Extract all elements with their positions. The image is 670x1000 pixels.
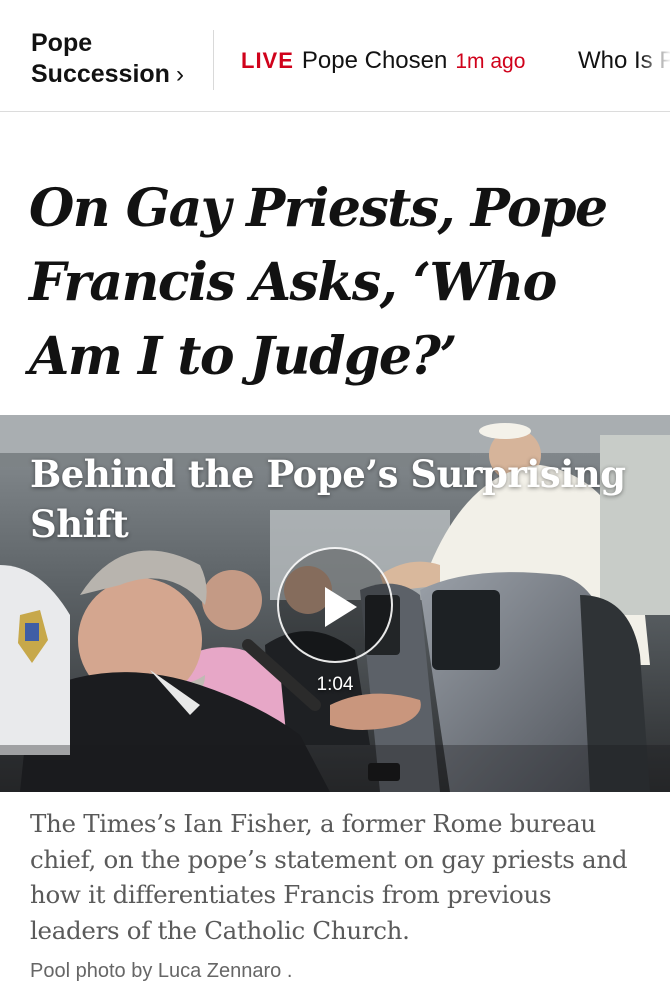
section-label-line2: Succession — [31, 60, 170, 88]
video-player[interactable]: Behind the Pope’s Surprising Shift 1:04 — [0, 415, 670, 792]
story-nav-bar: Pope Succession › LIVE Pope Chosen 1m ago W… — [0, 0, 670, 112]
section-label-line1: Pope — [31, 29, 93, 57]
section-link-pope-succession[interactable]: Pope Succession › — [31, 28, 184, 90]
live-update-link[interactable]: LIVE Pope Chosen 1m ago — [241, 46, 525, 77]
article-headline: On Gay Priests, Pope Francis Asks, ‘Who … — [29, 178, 608, 387]
video-title: Behind the Pope’s Surprising Shift — [30, 452, 626, 546]
chevron-right-icon: › — [175, 61, 184, 88]
play-button[interactable] — [277, 547, 393, 663]
live-badge: LIVE — [241, 48, 294, 73]
photo-credit: Pool photo by Luca Zennaro . — [30, 960, 293, 982]
video-caption: The Times’s Ian Fisher, a former Rome bu… — [30, 809, 628, 945]
video-duration: 1:04 — [316, 674, 354, 695]
live-timestamp: 1m ago — [455, 50, 526, 73]
play-icon — [325, 587, 357, 627]
nav-divider — [213, 30, 214, 90]
live-title: Pope Chosen — [301, 47, 448, 74]
nav-item-who-is[interactable]: Who Is P — [578, 46, 670, 76]
